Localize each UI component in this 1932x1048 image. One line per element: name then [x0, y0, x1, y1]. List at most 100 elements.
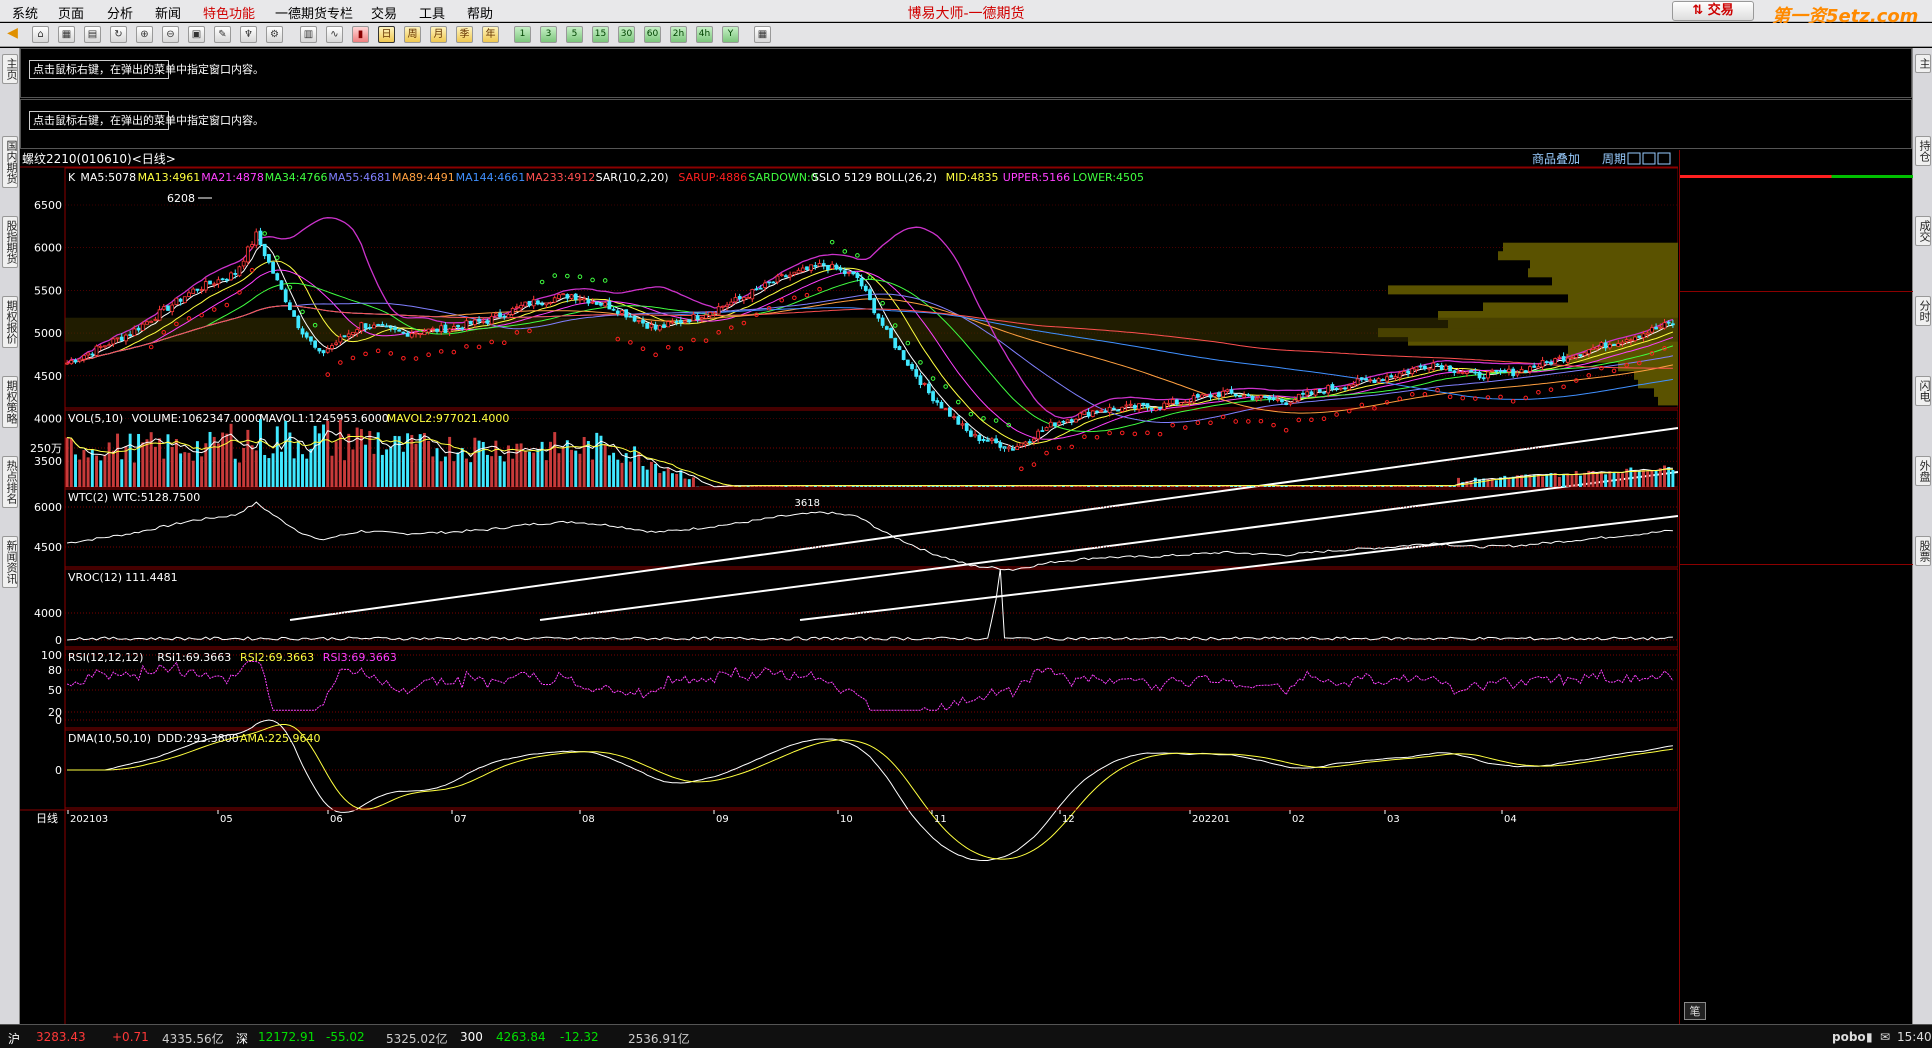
- home-icon[interactable]: ⌂: [32, 26, 49, 43]
- ticks-tab[interactable]: 笔: [1684, 1002, 1706, 1020]
- status-item[interactable]: 沪: [8, 1030, 20, 1047]
- right-tab-foreign[interactable]: 外盘: [1915, 456, 1931, 486]
- toolbar-15min[interactable]: 15: [592, 26, 609, 43]
- candle-body: [447, 328, 452, 333]
- candle-body: [796, 269, 801, 274]
- quote-list-icon[interactable]: ▦: [58, 26, 75, 43]
- kline-chart-panel[interactable]: 螺纹2210(010610)<日线> 商品叠加 周期 6500 6000 5500 5000…: [20, 150, 1678, 1024]
- volume-bar: [330, 455, 334, 487]
- kline-chart[interactable]: 螺纹2210(010610)<日线> 商品叠加 周期6500600055005000…: [20, 150, 1678, 1024]
- top-empty-panel-2[interactable]: 点击鼠标右键，在弹出的菜单中指定窗口内容。: [20, 99, 1912, 149]
- candle-body: [1536, 366, 1541, 369]
- left-tab-index-futures[interactable]: 股指期货: [2, 216, 18, 268]
- right-tab-stocks[interactable]: 股票: [1915, 536, 1931, 566]
- back-arrow-icon[interactable]: ◀: [4, 26, 21, 43]
- toolbar-2h[interactable]: 2h: [670, 26, 687, 43]
- period-button[interactable]: 周期: [1602, 152, 1626, 166]
- candle-body: [506, 314, 511, 319]
- layout-icon[interactable]: ▣: [188, 26, 205, 43]
- candle-body: [1423, 365, 1427, 370]
- right-tab-main[interactable]: 主: [1915, 54, 1931, 73]
- trade-button[interactable]: ⇅ 交易: [1672, 1, 1754, 21]
- left-tab-home[interactable]: 主页: [2, 54, 18, 84]
- indicator-icon[interactable]: ♆: [240, 26, 257, 43]
- toolbar-3min[interactable]: 3: [540, 26, 557, 43]
- rsi-legend: RSI1:69.3663: [157, 651, 231, 664]
- candle-body: [1372, 380, 1377, 384]
- volume-bar: [452, 461, 456, 487]
- candle-body: [98, 345, 103, 348]
- top-empty-panel-1[interactable]: 点击鼠标右键，在弹出的菜单中指定窗口内容。: [20, 48, 1912, 98]
- refresh-icon[interactable]: ↻: [110, 26, 127, 43]
- candle-body: [918, 375, 923, 386]
- candle-body: [115, 337, 120, 340]
- candle-body: [199, 289, 204, 291]
- candle-body: [464, 320, 469, 330]
- status-item[interactable]: 300: [460, 1030, 483, 1044]
- kline-icon[interactable]: ▮: [352, 26, 369, 43]
- toolbar-4h[interactable]: 4h: [696, 26, 713, 43]
- line-chart-icon[interactable]: ∿: [326, 26, 343, 43]
- right-tab-position[interactable]: 持仓: [1915, 136, 1931, 166]
- left-tab-hot-ranking[interactable]: 热点排名: [2, 456, 18, 508]
- candle-body: [498, 312, 502, 318]
- toolbar-month[interactable]: 月: [430, 26, 447, 43]
- low-price-label: 3618: [795, 498, 820, 509]
- price-tick-label: 6500: [34, 199, 62, 212]
- status-item[interactable]: 深: [236, 1030, 248, 1047]
- sar-dot: [262, 231, 267, 236]
- candle-body: [901, 350, 906, 360]
- candle-body: [1347, 385, 1352, 390]
- status-bar: 沪 3283.43 +0.71 4335.56亿深 12172.91 -55.02 5325…: [0, 1024, 1932, 1048]
- left-tab-news[interactable]: 新闻资讯: [2, 536, 18, 588]
- sar-dot: [211, 307, 217, 312]
- right-tab-flash[interactable]: 闪电: [1915, 376, 1931, 406]
- toolbar-30min[interactable]: 30: [618, 26, 635, 43]
- candle-body: [241, 260, 246, 267]
- settings-icon[interactable]: ⚙: [266, 26, 283, 43]
- volume-bar: [431, 456, 435, 487]
- volume-bar: [1595, 472, 1599, 487]
- toolbar-1min[interactable]: 1: [514, 26, 531, 43]
- zoom-out-icon[interactable]: ⊖: [162, 26, 179, 43]
- left-tab-options-quote[interactable]: 期权报价: [2, 296, 18, 348]
- dma-legend: DDD:293.3800: [157, 732, 239, 745]
- sar-dot: [539, 279, 545, 285]
- draw-tool-icon[interactable]: ✎: [214, 26, 231, 43]
- sar-dot: [905, 340, 911, 346]
- toolbar-y[interactable]: Y: [722, 26, 739, 43]
- right-tab-timeshare[interactable]: 分时: [1915, 296, 1931, 326]
- calculator-icon[interactable]: ▦: [754, 26, 771, 43]
- toolbar-60min[interactable]: 60: [644, 26, 661, 43]
- left-tab-options-strategy[interactable]: 期权策略: [2, 376, 18, 428]
- overlay-button[interactable]: 商品叠加: [1532, 151, 1580, 166]
- toolbar-year[interactable]: 年: [482, 26, 499, 43]
- candle-body: [1599, 342, 1604, 347]
- zoom-in-icon[interactable]: ⊕: [136, 26, 153, 43]
- candle-body: [573, 293, 578, 300]
- volume-bar: [553, 432, 557, 487]
- candle-body: [1591, 347, 1595, 350]
- stat-row: [1680, 402, 1913, 422]
- toolbar-5min[interactable]: 5: [566, 26, 583, 43]
- candle-body: [737, 295, 742, 300]
- sar-dot: [1397, 396, 1402, 401]
- right-tab-trades[interactable]: 成交: [1915, 216, 1931, 246]
- table-view-icon[interactable]: ▥: [300, 26, 317, 43]
- candle-body: [926, 383, 931, 394]
- candle-body: [922, 382, 927, 385]
- candle-body: [157, 309, 162, 321]
- candle-body: [1465, 371, 1469, 374]
- candle-body: [1633, 336, 1637, 342]
- candle-body: [1595, 346, 1600, 350]
- stat-row: [1680, 522, 1913, 542]
- realtime-icon[interactable]: ▤: [84, 26, 101, 43]
- volume-profile-bar: [1634, 370, 1678, 380]
- toolbar-quarter[interactable]: 季: [456, 26, 473, 43]
- day-period-icon[interactable]: 日: [378, 26, 395, 43]
- candle-body: [279, 280, 284, 290]
- toolbar-week[interactable]: 周: [404, 26, 421, 43]
- volume-bar: [578, 453, 582, 487]
- volume-bar: [246, 429, 250, 487]
- left-tab-domestic-futures[interactable]: 国内期货: [2, 136, 18, 188]
